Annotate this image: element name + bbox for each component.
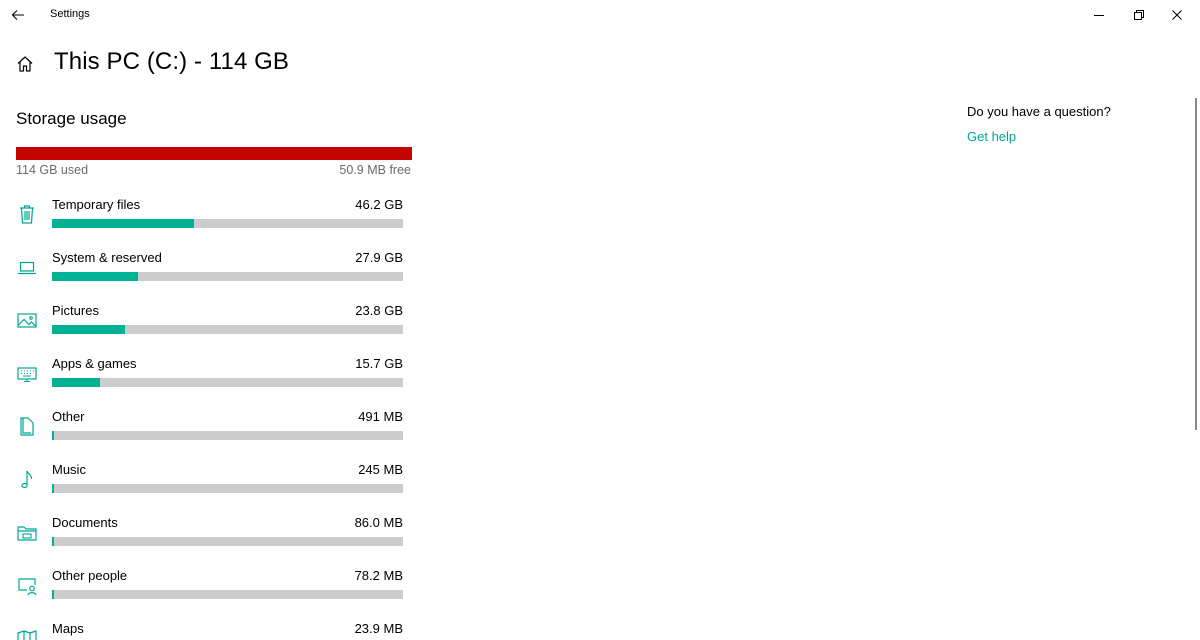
storage-usage-fill xyxy=(16,147,412,160)
category-bar-fill xyxy=(52,590,54,599)
category-size: 27.9 GB xyxy=(355,250,403,265)
app-title: Settings xyxy=(50,8,90,20)
category-other-people[interactable]: Other people 78.2 MB xyxy=(14,568,406,618)
category-bar-fill xyxy=(52,272,138,281)
category-size: 86.0 MB xyxy=(354,515,403,530)
home-button[interactable] xyxy=(15,54,35,74)
scrollbar[interactable] xyxy=(1195,98,1197,430)
category-bar-fill xyxy=(52,378,101,387)
category-name: Pictures xyxy=(52,303,99,318)
category-size: 23.9 MB xyxy=(354,621,403,636)
restore-icon xyxy=(1134,10,1144,20)
category-bar xyxy=(52,378,403,387)
person-screen-icon xyxy=(18,578,37,596)
category-bar xyxy=(52,272,403,281)
trash-icon xyxy=(20,205,34,224)
category-bar xyxy=(52,590,403,599)
category-bar-fill xyxy=(52,219,195,228)
settings-window: Settings This PC (C:) - 114 GB Storage u… xyxy=(0,0,1200,640)
storage-usage-heading: Storage usage xyxy=(16,109,127,128)
category-pictures[interactable]: Pictures 23.8 GB xyxy=(14,303,406,353)
category-bar-fill xyxy=(52,537,54,546)
back-button[interactable] xyxy=(0,0,36,30)
laptop-icon xyxy=(18,261,36,275)
category-bar-fill xyxy=(52,431,54,440)
storage-usage-bar xyxy=(16,147,412,160)
category-name: System & reserved xyxy=(52,250,162,265)
keyboard-monitor-icon xyxy=(17,367,37,383)
category-bar-fill xyxy=(52,325,126,334)
category-bar xyxy=(52,431,403,440)
close-icon xyxy=(1172,10,1182,20)
category-apps-games[interactable]: Apps & games 15.7 GB xyxy=(14,356,406,406)
back-arrow-icon xyxy=(11,10,24,20)
category-music[interactable]: Music 245 MB xyxy=(14,462,406,512)
category-size: 23.8 GB xyxy=(355,303,403,318)
category-bar xyxy=(52,219,403,228)
get-help-link[interactable]: Get help xyxy=(967,129,1016,144)
category-bar-fill xyxy=(52,484,54,493)
storage-used-label: 114 GB used xyxy=(16,163,89,177)
category-maps[interactable]: Maps 23.9 MB xyxy=(14,621,406,640)
category-size: 78.2 MB xyxy=(354,568,403,583)
category-name: Other xyxy=(52,409,85,424)
help-question: Do you have a question? xyxy=(967,104,1111,119)
category-name: Music xyxy=(52,462,86,477)
category-temporary-files[interactable]: Temporary files 46.2 GB xyxy=(14,197,406,247)
music-note-icon xyxy=(21,470,33,489)
category-system-reserved[interactable]: System & reserved 27.9 GB xyxy=(14,250,406,300)
category-other[interactable]: Other 491 MB xyxy=(14,409,406,459)
category-name: Maps xyxy=(52,621,84,636)
map-icon xyxy=(17,630,37,640)
page-title: This PC (C:) - 114 GB xyxy=(54,48,290,75)
storage-free-label: 50.9 MB free xyxy=(339,163,411,177)
category-name: Apps & games xyxy=(52,356,137,371)
minimize-icon xyxy=(1094,15,1104,16)
home-icon xyxy=(17,56,33,72)
category-bar xyxy=(52,537,403,546)
category-bar xyxy=(52,484,403,493)
other-files-icon xyxy=(20,417,34,436)
category-bar xyxy=(52,325,403,334)
title-bar: Settings xyxy=(0,0,1200,32)
category-name: Temporary files xyxy=(52,197,141,212)
category-size: 491 MB xyxy=(358,409,403,424)
folder-icon xyxy=(17,526,37,541)
close-button[interactable] xyxy=(1154,0,1200,30)
category-documents[interactable]: Documents 86.0 MB xyxy=(14,515,406,565)
category-size: 245 MB xyxy=(358,462,403,477)
category-name: Other people xyxy=(52,568,128,583)
category-size: 46.2 GB xyxy=(355,197,403,212)
picture-icon xyxy=(17,313,37,328)
category-name: Documents xyxy=(52,515,118,530)
category-size: 15.7 GB xyxy=(355,356,403,371)
